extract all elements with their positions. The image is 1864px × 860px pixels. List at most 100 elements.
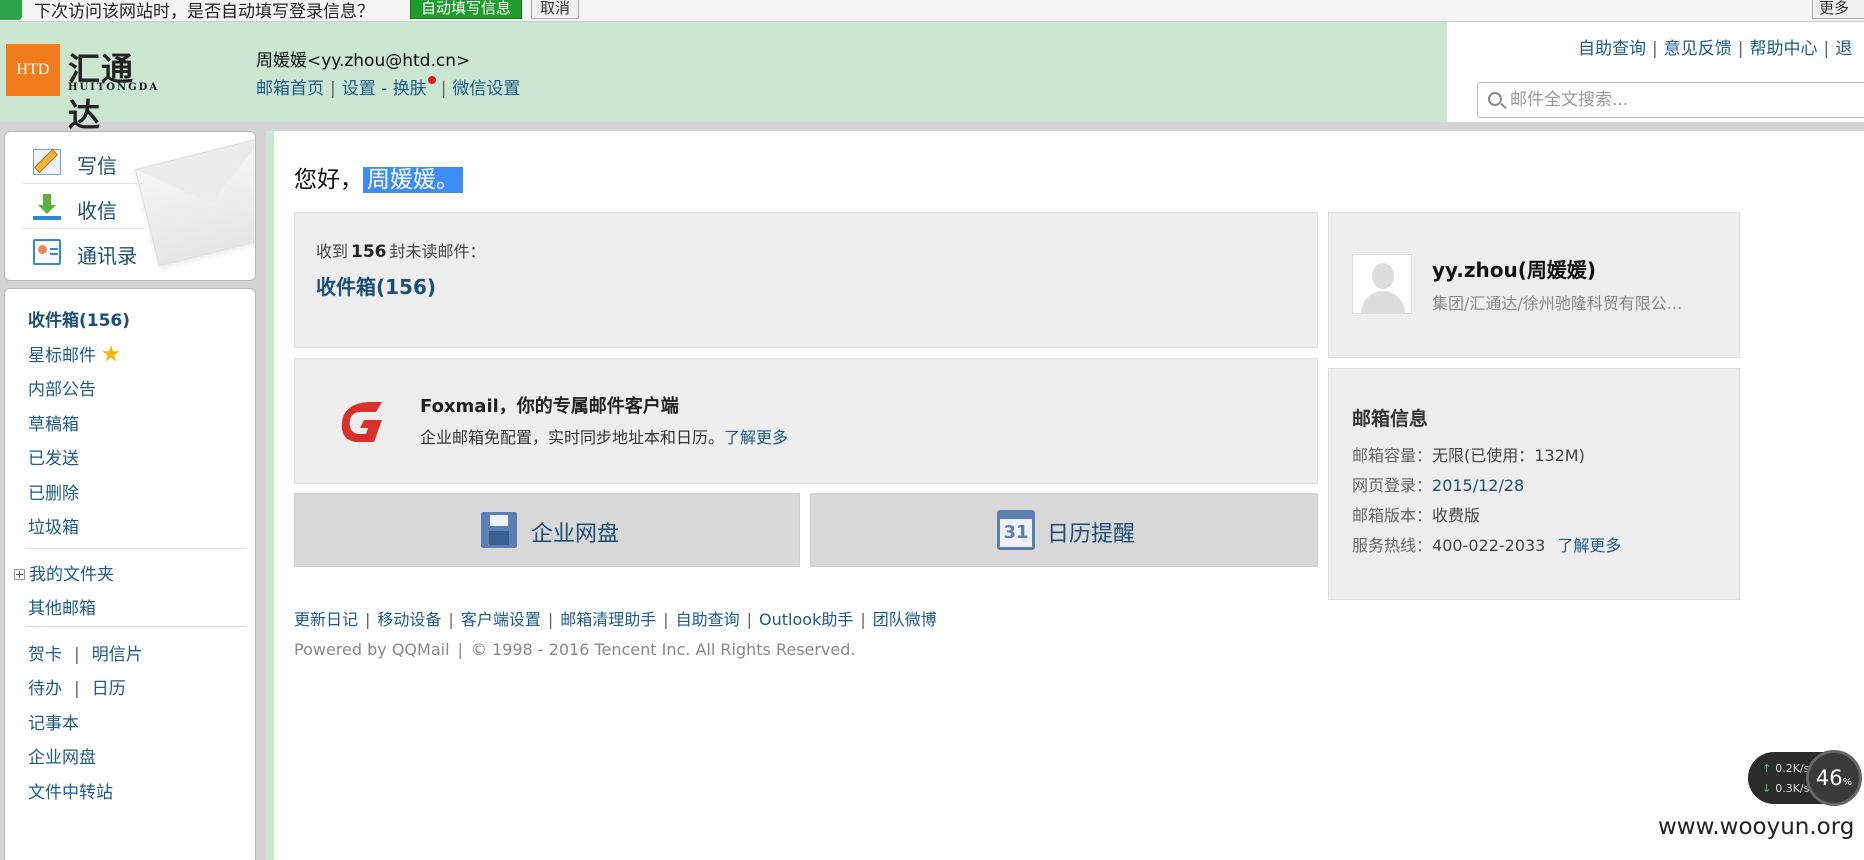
tools-row-todo: 待办 | 日历 bbox=[28, 679, 126, 699]
folder-deleted[interactable]: 已删除 bbox=[28, 479, 79, 504]
file-transfer-link[interactable]: 文件中转站 bbox=[28, 778, 113, 803]
calendar-icon: 31 bbox=[997, 510, 1035, 550]
version-label: 邮箱版本： bbox=[1352, 506, 1433, 525]
compose-button[interactable]: 写信 bbox=[23, 140, 143, 184]
contacts-icon bbox=[33, 239, 61, 265]
mailbox-hotline: 服务热线：400-022-2033 了解更多 bbox=[1352, 532, 1621, 556]
unread-card bbox=[294, 212, 1318, 348]
foxmail-title: Foxmail，你的专属邮件客户端 bbox=[420, 396, 679, 417]
folder-announcements[interactable]: 内部公告 bbox=[28, 375, 96, 400]
speed-percent-ring: 46% bbox=[1806, 750, 1862, 806]
compose-icon bbox=[33, 149, 61, 175]
mailbox-capacity: 邮箱容量：无限(已使用：132M) bbox=[1352, 442, 1585, 466]
calendar-link[interactable]: 日历 bbox=[92, 679, 126, 699]
user-display: 周媛媛<yy.zhou@htd.cn> bbox=[256, 51, 471, 71]
foxmail-logo-icon bbox=[341, 402, 382, 442]
capacity-value: 无限(已使用：132M) bbox=[1432, 446, 1585, 465]
network-speed-widget[interactable]: 0.2K/s 0.3K/s 46% bbox=[1748, 750, 1862, 806]
folder-starred-label: 星标邮件 bbox=[28, 346, 96, 366]
folder-drafts[interactable]: 草稿箱 bbox=[28, 410, 79, 435]
changelog-link[interactable]: 更新日记 bbox=[294, 610, 358, 629]
unread-suffix-b: 未读邮件： bbox=[405, 242, 486, 261]
mail-header: HTD 汇通达 HUITONGDA 周媛媛<yy.zhou@htd.cn> 邮箱… bbox=[0, 22, 1864, 134]
contacts-label: 通讯录 bbox=[77, 244, 137, 268]
calendar-reminder-button[interactable]: 31 日历提醒 bbox=[810, 493, 1318, 567]
mobile-link[interactable]: 移动设备 bbox=[377, 610, 441, 629]
logo-name-en: HUITONGDA bbox=[68, 82, 160, 93]
foxmail-desc-text: 企业邮箱免配置，实时同步地址本和日历。 bbox=[420, 428, 725, 447]
self-service-link[interactable]: 自助查询 bbox=[1578, 39, 1646, 59]
folder-inbox[interactable]: 收件箱(156) bbox=[28, 306, 130, 331]
login-value: 2015/12/28 bbox=[1432, 476, 1525, 495]
greeting-name: 周媛媛。 bbox=[363, 167, 463, 193]
download-speed: 0.3K/s bbox=[1762, 782, 1809, 795]
expand-plus-icon[interactable] bbox=[14, 569, 25, 580]
folder-other-mailboxes[interactable]: 其他邮箱 bbox=[28, 594, 96, 619]
inbox-download-icon bbox=[33, 194, 61, 220]
foxmail-learn-more-link[interactable]: 了解更多 bbox=[724, 428, 788, 447]
hotline-label: 服务热线： bbox=[1352, 536, 1433, 555]
netdisk-button-label: 企业网盘 bbox=[531, 522, 620, 547]
search-icon[interactable] bbox=[1488, 92, 1502, 106]
client-settings-link[interactable]: 客户端设置 bbox=[461, 610, 541, 629]
hotline-value: 400-022-2033 bbox=[1432, 536, 1546, 555]
outlook-helper-link[interactable]: Outlook助手 bbox=[759, 610, 853, 629]
company-logo[interactable]: HTD 汇通达 HUITONGDA bbox=[6, 44, 166, 134]
wechat-settings-link[interactable]: 微信设置 bbox=[452, 79, 520, 99]
notification-dot-icon bbox=[427, 76, 436, 84]
my-folders-label: 我的文件夹 bbox=[29, 565, 114, 585]
greeting-prefix: 您好， bbox=[294, 167, 363, 193]
folder-spam[interactable]: 垃圾箱 bbox=[28, 513, 79, 538]
calendar-button-label: 日历提醒 bbox=[1047, 522, 1136, 547]
greeting: 您好， 周媛媛。 bbox=[294, 160, 463, 194]
tools-row-cards: 贺卡 | 明信片 bbox=[28, 645, 143, 665]
copyright-text: © 1998 - 2016 Tencent Inc. All Rights Re… bbox=[470, 640, 856, 659]
folder-my-folders[interactable]: 我的文件夹 bbox=[14, 560, 114, 585]
mailbox-learn-more-link[interactable]: 了解更多 bbox=[1557, 536, 1621, 555]
help-center-link[interactable]: 帮助中心 bbox=[1749, 39, 1817, 59]
avatar[interactable] bbox=[1352, 254, 1412, 314]
unread-suffix-a: 封 bbox=[389, 242, 406, 261]
user-links: 邮箱首页 | 设置 - 换肤 | 微信设置 bbox=[256, 74, 520, 99]
foxmail-desc: 企业邮箱免配置，实时同步地址本和日历。了解更多 bbox=[420, 424, 788, 448]
contacts-button[interactable]: 通讯录 bbox=[23, 230, 143, 274]
password-save-bar: 下次访问该网站时，是否自动填写登录信息？ 自动填写信息 取消 更多 bbox=[0, 0, 1864, 22]
capacity-label: 邮箱容量： bbox=[1352, 446, 1433, 465]
receive-label: 收信 bbox=[77, 199, 117, 223]
postcard-link[interactable]: 明信片 bbox=[92, 645, 143, 665]
folder-starred[interactable]: 星标邮件 bbox=[28, 341, 120, 366]
auto-fill-button[interactable]: 自动填写信息 bbox=[410, 0, 523, 19]
logout-link[interactable]: 退 bbox=[1835, 39, 1852, 59]
unread-prefix: 收到 bbox=[316, 242, 349, 261]
version-value: 收费版 bbox=[1432, 506, 1481, 525]
mailbox-home-link[interactable]: 邮箱首页 bbox=[256, 79, 324, 99]
notebook-link[interactable]: 记事本 bbox=[28, 709, 79, 734]
upload-speed: 0.2K/s bbox=[1762, 762, 1809, 775]
netdisk-link[interactable]: 企业网盘 bbox=[28, 743, 96, 768]
footer-links: 更新日记 | 移动设备 | 客户端设置 | 邮箱清理助手 | 自助查询 | Outlook助手 | 团队… bbox=[294, 610, 937, 629]
folder-sent[interactable]: 已发送 bbox=[28, 444, 79, 469]
cancel-button[interactable]: 取消 bbox=[531, 0, 580, 19]
powered-by: Powered by QQMail bbox=[294, 640, 450, 659]
feedback-link[interactable]: 意见反馈 bbox=[1664, 39, 1732, 59]
folder-divider bbox=[26, 626, 246, 627]
cleanup-helper-link[interactable]: 邮箱清理助手 bbox=[560, 610, 656, 629]
folder-divider bbox=[26, 548, 246, 549]
copyright: Powered by QQMail | © 1998 - 2016 Tencent … bbox=[294, 640, 856, 659]
netdisk-button[interactable]: 企业网盘 bbox=[294, 493, 800, 567]
speed-percent-value: 46 bbox=[1815, 766, 1843, 790]
todo-link[interactable]: 待办 bbox=[28, 679, 62, 699]
more-button[interactable]: 更多 bbox=[1812, 0, 1864, 19]
disk-icon bbox=[481, 512, 517, 548]
greeting-card-link[interactable]: 贺卡 bbox=[28, 645, 62, 665]
self-service-footer-link[interactable]: 自助查询 bbox=[676, 610, 740, 629]
profile-org: 集团/汇通达/徐州驰隆科贸有限公... bbox=[1432, 294, 1683, 313]
login-label: 网页登录： bbox=[1352, 476, 1433, 495]
search-input[interactable] bbox=[1510, 87, 1850, 113]
watermark: www.wooyun.org bbox=[1658, 814, 1855, 840]
settings-skin-link[interactable]: 设置 - 换肤 bbox=[342, 79, 427, 99]
envelope-decoration-icon bbox=[134, 137, 255, 267]
team-weibo-link[interactable]: 团队微博 bbox=[873, 610, 937, 629]
receive-button[interactable]: 收信 bbox=[23, 185, 143, 229]
inbox-link[interactable]: 收件箱(156) bbox=[316, 271, 436, 300]
